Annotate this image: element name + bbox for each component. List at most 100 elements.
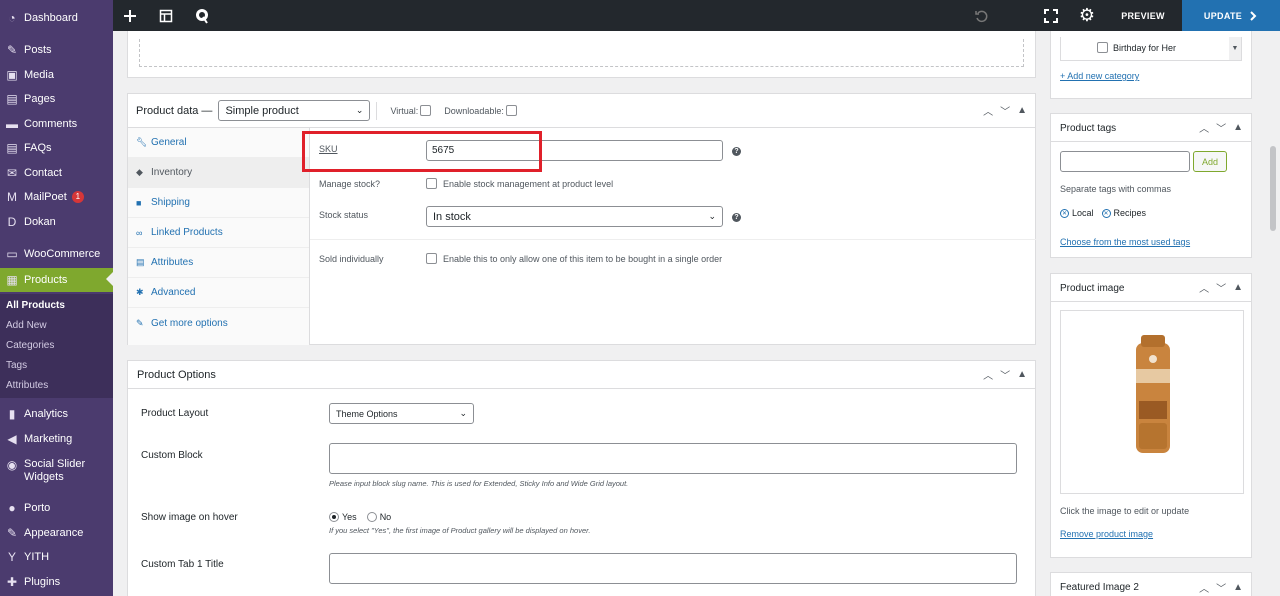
collapse-toggle-icon[interactable]: ▲ [1233,582,1243,593]
chevron-up-icon[interactable]: ︿ [983,367,993,382]
menu-dokan[interactable]: D Dokan [0,211,113,233]
collapse-toggle-icon[interactable]: ▲ [1233,282,1243,293]
menu-social-slider[interactable]: ◉ Social Slider Widgets [0,458,113,486]
chevron-down-icon[interactable]: ﹀ [1000,103,1010,118]
submenu-all-products[interactable]: All Products [6,300,65,311]
tab-linked-products[interactable]: ∞ Linked Products [128,218,309,248]
editor-toolbar: ⚙ PREVIEW UPDATE [113,0,1280,31]
tab-shipping[interactable]: ■ Shipping [128,188,309,218]
custom-block-input[interactable] [329,443,1017,474]
chevron-up-icon[interactable]: ︿ [983,103,993,118]
collapse-toggle-icon[interactable]: ▲ [1017,369,1027,380]
product-image-frame[interactable] [1060,310,1244,494]
menu-label: WooCommerce [24,248,101,260]
tab-get-more-options[interactable]: ✎ Get more options [128,308,309,338]
stock-status-select[interactable]: In stock ⌄ [426,206,723,227]
tag-input[interactable] [1060,151,1190,172]
tab-inventory[interactable]: ◆ Inventory [128,158,309,188]
menu-label: Posts [24,44,52,56]
submenu-attributes[interactable]: Attributes [6,380,48,391]
submenu-categories[interactable]: Categories [6,340,54,351]
hover-yes-radio[interactable] [329,512,339,522]
chevron-up-icon[interactable]: ︿ [1199,580,1209,595]
submenu-add-new[interactable]: Add New [6,320,47,331]
menu-comments[interactable]: ▬ Comments [0,113,113,135]
product-data-title: Product data — [136,104,213,117]
remove-tag-icon[interactable]: ✕ [1060,208,1069,218]
help-icon[interactable]: ? [732,147,741,156]
chevron-down-icon[interactable]: ﹀ [1216,120,1226,135]
chevron-up-icon[interactable]: ︿ [1199,120,1209,135]
analytics-icon: ▮ [8,407,16,421]
menu-products[interactable]: ▦ Products [0,268,113,292]
chevron-up-icon[interactable]: ︿ [1199,280,1209,295]
update-button[interactable]: UPDATE [1182,0,1280,31]
scrollbar-down-arrow[interactable]: ▼ [1229,37,1241,60]
manage-stock-checkbox[interactable] [426,178,437,189]
custom-tab1-title-input[interactable] [329,553,1017,584]
virtual-checkbox[interactable] [420,105,432,116]
menu-media[interactable]: ▣ Media [0,64,113,86]
settings-button[interactable]: ⚙ [1076,0,1098,31]
products-icon: ▦ [6,273,18,287]
downloadable-checkbox[interactable] [505,105,517,116]
add-tag-button[interactable]: Add [1193,151,1227,172]
product-type-select[interactable]: Simple product ⌄ [218,100,371,121]
product-categories-panel: Birthday for Her ▼ + Add new category [1050,31,1252,99]
tab-general[interactable]: 🔧︎ General [128,128,309,158]
menu-porto[interactable]: ● Porto [0,497,113,519]
category-item[interactable]: Birthday for Her [1097,42,1176,53]
submenu-tags[interactable]: Tags [6,360,27,371]
add-block-button[interactable] [119,0,141,31]
product-layout-select[interactable]: Theme Options ⌄ [329,403,474,424]
add-new-category-link[interactable]: + Add new category [1060,71,1139,81]
tab-advanced[interactable]: ✱ Advanced [128,278,309,308]
page-scrollbar[interactable] [1268,31,1280,596]
scrollbar-thumb[interactable] [1270,146,1276,231]
layout-button[interactable] [155,0,177,31]
chevron-down-icon[interactable]: ﹀ [1216,580,1226,595]
pin-icon: ✎ [6,43,18,57]
image-header: Product image ︿ ﹀ ▲ [1051,274,1251,302]
chevron-down-icon[interactable]: ﹀ [1216,280,1226,295]
menu-label: Products [24,274,68,286]
custom-block-note: Please input block slug name. This is us… [329,479,629,488]
plugin-logo-button[interactable] [191,0,213,31]
fullscreen-button[interactable] [1040,0,1062,31]
remove-tag-icon[interactable]: ✕ [1101,208,1111,218]
menu-contact[interactable]: ✉ Contact [0,162,113,184]
sold-individually-checkbox[interactable] [426,253,437,264]
dashed-dropzone [139,39,1024,67]
menu-plugins[interactable]: ✚ Plugins [0,571,113,593]
panel-controls: ︿ ﹀ ▲ [1199,573,1243,596]
collapse-toggle-icon[interactable]: ▲ [1017,105,1027,116]
product-tags-panel: Product tags ︿ ﹀ ▲ Add Separate tags wit… [1050,113,1252,258]
collapse-toggle-icon[interactable]: ▲ [1233,122,1243,133]
menu-label: Contact [24,167,62,179]
preview-button[interactable]: PREVIEW [1108,0,1178,31]
hover-no-radio[interactable] [366,512,377,522]
menu-mailpoet[interactable]: M MailPoet 1 [0,186,113,208]
category-checkbox[interactable] [1097,42,1108,53]
choose-most-used-tags-link[interactable]: Choose from the most used tags [1060,237,1190,247]
menu-yith[interactable]: Y YITH [0,546,113,568]
update-label: UPDATE [1203,10,1243,21]
chevron-down-icon[interactable]: ﹀ [1000,367,1010,382]
sold-individually-option[interactable]: Enable this to only allow one of this it… [426,253,722,264]
remove-product-image-link[interactable]: Remove product image [1060,529,1153,539]
menu-appearance[interactable]: ✎ Appearance [0,522,113,544]
tab-attributes[interactable]: ▤ Attributes [128,248,309,278]
divider [376,101,378,120]
menu-analytics[interactable]: ▮ Analytics [0,403,113,425]
help-icon[interactable]: ? [732,213,741,222]
undo-button[interactable] [970,0,992,31]
tag-recipes: Recipes [1113,208,1147,218]
manage-stock-option[interactable]: Enable stock management at product level [426,178,613,189]
menu-posts[interactable]: ✎ Posts [0,39,113,61]
menu-woocommerce[interactable]: ▭ WooCommerce [0,243,113,265]
menu-marketing[interactable]: ◀ Marketing [0,428,113,450]
featured-image-2-panel: Featured Image 2 ︿ ﹀ ▲ [1050,572,1252,596]
menu-faqs[interactable]: ▤ FAQs [0,137,113,159]
menu-dashboard[interactable]: ◔ Dashboard [0,7,113,29]
menu-pages[interactable]: ▤ Pages [0,88,113,110]
